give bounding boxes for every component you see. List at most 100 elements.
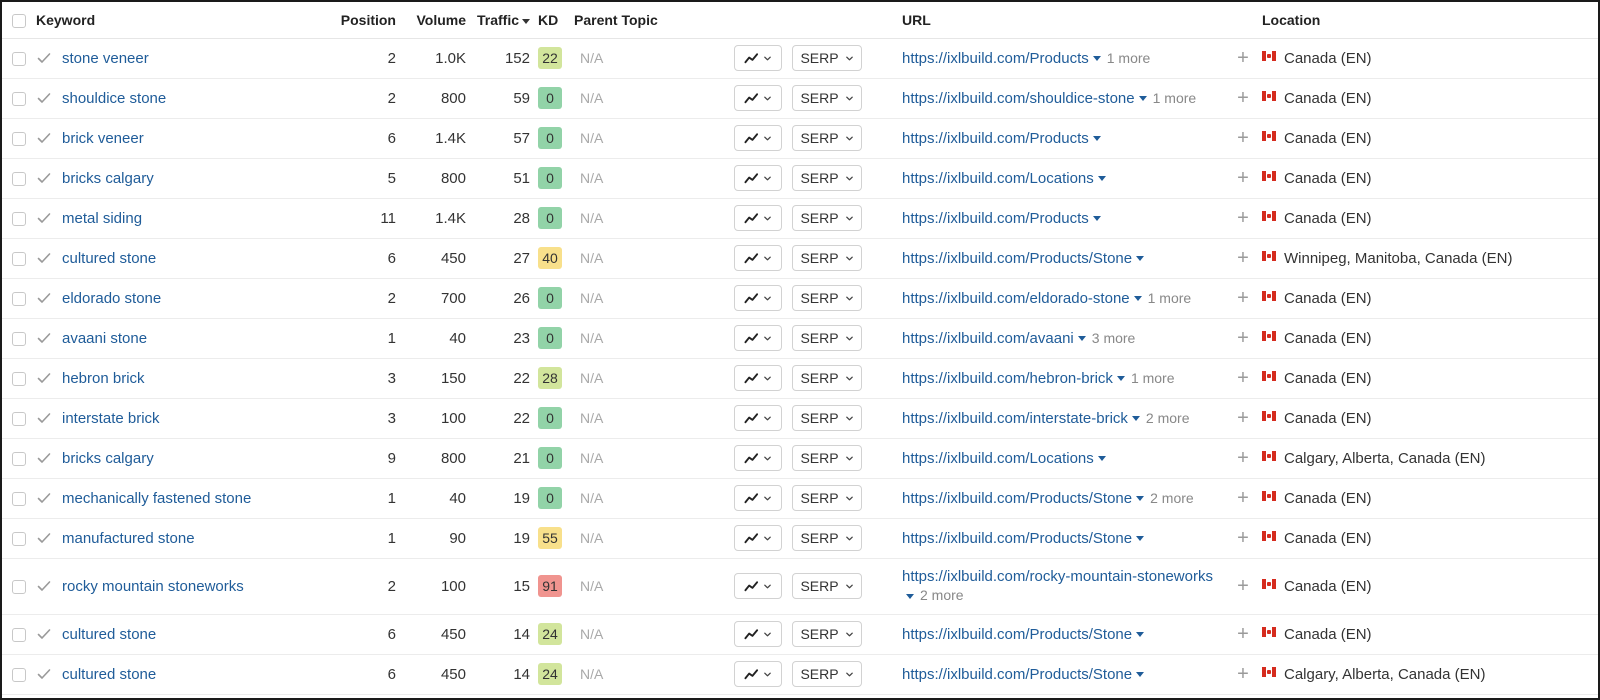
row-checkbox[interactable] xyxy=(12,251,26,266)
keyword-link[interactable]: hebron brick xyxy=(62,370,145,387)
trend-button[interactable] xyxy=(734,325,782,351)
header-volume[interactable]: Volume xyxy=(400,2,470,39)
trend-button[interactable] xyxy=(734,485,782,511)
caret-down-icon[interactable] xyxy=(1131,416,1140,422)
row-checkbox[interactable] xyxy=(12,371,26,386)
caret-down-icon[interactable] xyxy=(1092,136,1101,142)
url-link[interactable]: https://ixlbuild.com/hebron-brick xyxy=(902,370,1113,387)
serp-button[interactable]: SERP xyxy=(792,525,862,551)
serp-button[interactable]: SERP xyxy=(792,573,862,599)
plus-icon[interactable]: + xyxy=(1228,518,1258,559)
serp-button[interactable]: SERP xyxy=(792,85,862,111)
url-link[interactable]: https://ixlbuild.com/Products/Stone xyxy=(902,250,1132,267)
plus-icon[interactable]: + xyxy=(1228,558,1258,615)
trend-button[interactable] xyxy=(734,621,782,647)
trend-button[interactable] xyxy=(734,125,782,151)
plus-icon[interactable]: + xyxy=(1228,78,1258,119)
serp-button[interactable]: SERP xyxy=(792,245,862,271)
serp-button[interactable]: SERP xyxy=(792,661,862,687)
trend-button[interactable] xyxy=(734,45,782,71)
plus-icon[interactable]: + xyxy=(1228,278,1258,319)
row-checkbox[interactable] xyxy=(12,667,26,682)
url-link[interactable]: https://ixlbuild.com/Products xyxy=(902,130,1089,147)
header-position[interactable]: Position xyxy=(302,2,400,39)
row-checkbox[interactable] xyxy=(12,627,26,642)
serp-button[interactable]: SERP xyxy=(792,445,862,471)
caret-down-icon[interactable] xyxy=(1136,496,1145,502)
serp-button[interactable]: SERP xyxy=(792,165,862,191)
url-link[interactable]: https://ixlbuild.com/Products/Stone xyxy=(902,530,1132,547)
plus-icon[interactable]: + xyxy=(1228,198,1258,239)
caret-down-icon[interactable] xyxy=(1097,456,1106,462)
row-checkbox[interactable] xyxy=(12,411,26,426)
url-link[interactable]: https://ixlbuild.com/interstate-brick xyxy=(902,410,1128,427)
more-urls-link[interactable]: 1 more xyxy=(1153,90,1197,106)
trend-button[interactable] xyxy=(734,405,782,431)
plus-icon[interactable]: + xyxy=(1228,614,1258,655)
trend-button[interactable] xyxy=(734,285,782,311)
keyword-link[interactable]: manufactured stone xyxy=(62,530,195,547)
url-link[interactable]: https://ixlbuild.com/Locations xyxy=(902,450,1094,467)
row-checkbox[interactable] xyxy=(12,211,26,226)
caret-down-icon[interactable] xyxy=(1116,376,1125,382)
more-urls-link[interactable]: 1 more xyxy=(1107,50,1151,66)
row-checkbox[interactable] xyxy=(12,451,26,466)
caret-down-icon[interactable] xyxy=(1136,672,1145,678)
trend-button[interactable] xyxy=(734,365,782,391)
trend-button[interactable] xyxy=(734,573,782,599)
url-link[interactable]: https://ixlbuild.com/rocky-mountain-ston… xyxy=(902,568,1213,585)
caret-down-icon[interactable] xyxy=(1092,216,1101,222)
row-checkbox[interactable] xyxy=(12,91,26,106)
header-url[interactable]: URL xyxy=(898,2,1228,39)
more-urls-link[interactable]: 1 more xyxy=(1148,290,1192,306)
plus-icon[interactable]: + xyxy=(1228,158,1258,199)
row-checkbox[interactable] xyxy=(12,491,26,506)
trend-button[interactable] xyxy=(734,245,782,271)
url-link[interactable]: https://ixlbuild.com/avaani xyxy=(902,330,1074,347)
trend-button[interactable] xyxy=(734,165,782,191)
caret-down-icon[interactable] xyxy=(1136,632,1145,638)
keyword-link[interactable]: shouldice stone xyxy=(62,90,166,107)
more-urls-link[interactable]: 2 more xyxy=(1146,410,1190,426)
url-link[interactable]: https://ixlbuild.com/shouldice-stone xyxy=(902,90,1135,107)
plus-icon[interactable]: + xyxy=(1228,358,1258,399)
plus-icon[interactable]: + xyxy=(1228,654,1258,695)
caret-down-icon[interactable] xyxy=(1136,256,1145,262)
serp-button[interactable]: SERP xyxy=(792,285,862,311)
row-checkbox[interactable] xyxy=(12,291,26,306)
trend-button[interactable] xyxy=(734,85,782,111)
plus-icon[interactable]: + xyxy=(1228,238,1258,279)
row-checkbox[interactable] xyxy=(12,579,26,594)
keyword-link[interactable]: mechanically fastened stone xyxy=(62,490,251,507)
row-checkbox[interactable] xyxy=(12,51,26,66)
serp-button[interactable]: SERP xyxy=(792,405,862,431)
serp-button[interactable]: SERP xyxy=(792,485,862,511)
caret-down-icon[interactable] xyxy=(1133,296,1142,302)
header-parent-topic[interactable]: Parent Topic xyxy=(570,2,730,39)
caret-down-icon[interactable] xyxy=(1136,536,1145,542)
plus-icon[interactable]: + xyxy=(1228,438,1258,479)
serp-button[interactable]: SERP xyxy=(792,325,862,351)
trend-button[interactable] xyxy=(734,661,782,687)
serp-button[interactable]: SERP xyxy=(792,365,862,391)
more-urls-link[interactable]: 2 more xyxy=(920,587,964,603)
keyword-link[interactable]: cultured stone xyxy=(62,666,156,683)
header-location[interactable]: Location xyxy=(1258,2,1598,39)
keyword-link[interactable]: rocky mountain stoneworks xyxy=(62,578,244,595)
plus-icon[interactable]: + xyxy=(1228,38,1258,79)
keyword-link[interactable]: avaani stone xyxy=(62,330,147,347)
url-link[interactable]: https://ixlbuild.com/Products/Stone xyxy=(902,666,1132,683)
keyword-link[interactable]: cultured stone xyxy=(62,250,156,267)
caret-down-icon[interactable] xyxy=(1077,336,1086,342)
url-link[interactable]: https://ixlbuild.com/Products/Stone xyxy=(902,626,1132,643)
url-link[interactable]: https://ixlbuild.com/eldorado-stone xyxy=(902,290,1130,307)
caret-down-icon[interactable] xyxy=(906,593,914,599)
more-urls-link[interactable]: 1 more xyxy=(1131,370,1175,386)
select-all-checkbox[interactable] xyxy=(12,13,26,28)
url-link[interactable]: https://ixlbuild.com/Locations xyxy=(902,170,1094,187)
more-urls-link[interactable]: 3 more xyxy=(1092,330,1136,346)
header-keyword[interactable]: Keyword xyxy=(32,2,302,39)
caret-down-icon[interactable] xyxy=(1138,96,1147,102)
url-link[interactable]: https://ixlbuild.com/Products xyxy=(902,210,1089,227)
row-checkbox[interactable] xyxy=(12,131,26,146)
